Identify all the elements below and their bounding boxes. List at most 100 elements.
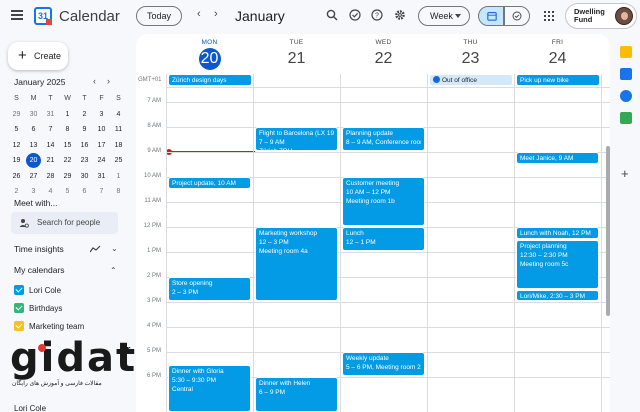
mini-day[interactable]: 6	[25, 122, 42, 137]
mini-day[interactable]: 25	[110, 153, 127, 168]
account-chip[interactable]: Dwelling Fund	[565, 3, 637, 29]
mini-day[interactable]: 8	[110, 184, 127, 199]
chevron-up-icon[interactable]: ⌃	[110, 266, 117, 275]
day-header[interactable]: THU 23	[427, 34, 514, 74]
create-button[interactable]: + Create	[8, 42, 68, 70]
checkbox-icon[interactable]	[14, 285, 24, 295]
mini-next-month-icon[interactable]: ›	[107, 76, 110, 86]
mini-day[interactable]: 3	[25, 184, 42, 199]
calendar-item[interactable]: Marketing team	[14, 320, 84, 332]
all-day-event[interactable]: Zürich design days	[168, 74, 252, 86]
day-number[interactable]: 21	[286, 48, 308, 70]
mini-day[interactable]: 20	[25, 153, 42, 169]
mini-day[interactable]: 30	[76, 169, 93, 184]
day-header[interactable]: FRI 24	[514, 34, 601, 74]
mini-day[interactable]: 7	[42, 122, 59, 137]
check-circle-icon[interactable]	[349, 9, 361, 21]
mini-day[interactable]: 4	[42, 184, 59, 199]
calendar-event[interactable]: Weekly update 5 – 6 PM, Meeting room 2c	[342, 352, 425, 376]
partial-calendar-item[interactable]: Lori Cole	[14, 404, 46, 412]
mini-day[interactable]: 15	[59, 138, 76, 153]
mini-day[interactable]: 14	[42, 138, 59, 153]
mini-day[interactable]: 16	[76, 138, 93, 153]
maps-icon[interactable]	[620, 112, 632, 124]
mini-day[interactable]: 17	[93, 138, 110, 153]
mini-day[interactable]: 12	[8, 138, 25, 153]
mini-day[interactable]: 23	[76, 153, 93, 168]
next-week-icon[interactable]: ›	[214, 8, 218, 20]
mini-day[interactable]: 22	[59, 153, 76, 168]
calendar-event[interactable]: Meet Janice, 9 AM	[516, 152, 599, 164]
mini-day[interactable]: 31	[42, 107, 59, 122]
mini-day[interactable]: 27	[25, 169, 42, 184]
mini-day[interactable]: 2	[8, 184, 25, 199]
calendar-event[interactable]: Project planning 12:30 – 2:30 PM Meeting r…	[516, 239, 599, 289]
calendar-event[interactable]: Lunch 12 – 1 PM	[342, 227, 425, 251]
day-number[interactable]: 20	[198, 48, 221, 70]
day-number[interactable]: 23	[460, 48, 482, 70]
my-calendars-label[interactable]: My calendars	[14, 265, 65, 275]
calendar-event[interactable]: Dinner with Gloria 5:30 – 9:30 PM Central	[168, 364, 251, 412]
calendar-event[interactable]: Lori/Mike, 2:30 – 3 PM	[516, 289, 599, 301]
add-addon-icon[interactable]: +	[621, 166, 629, 181]
tasks-view-toggle[interactable]	[504, 6, 530, 26]
search-people-input[interactable]: Search for people	[11, 212, 118, 234]
view-select[interactable]: Week	[418, 6, 470, 26]
mini-day[interactable]: 7	[93, 184, 110, 199]
keep-icon[interactable]	[620, 46, 632, 58]
mini-day[interactable]: 18	[110, 138, 127, 153]
tasks-icon[interactable]	[620, 68, 632, 80]
mini-day[interactable]: 30	[25, 107, 42, 122]
calendar-item[interactable]: Lori Cole	[14, 284, 61, 296]
mini-day[interactable]: 19	[8, 153, 25, 168]
checkbox-icon[interactable]	[14, 303, 24, 313]
main-menu-icon[interactable]	[11, 10, 23, 20]
calendar-event[interactable]: Lunch with Noah, 12 PM	[516, 227, 599, 239]
checkbox-icon[interactable]	[14, 321, 24, 331]
gear-icon[interactable]	[394, 9, 406, 21]
calendar-event[interactable]: Marketing workshop 12 – 3 PM Meeting room …	[255, 227, 338, 301]
mini-day[interactable]: 5	[59, 184, 76, 199]
apps-grid-icon[interactable]	[544, 11, 554, 21]
day-number[interactable]: 24	[547, 48, 569, 70]
mini-day[interactable]: 8	[59, 122, 76, 137]
mini-day[interactable]: 2	[76, 107, 93, 122]
mini-day[interactable]: 6	[76, 184, 93, 199]
avatar[interactable]	[615, 7, 633, 25]
previous-week-icon[interactable]: ‹	[197, 8, 201, 20]
chevron-down-icon[interactable]: ⌄	[111, 244, 118, 253]
mini-day[interactable]: 26	[8, 169, 25, 184]
mini-day[interactable]: 10	[93, 122, 110, 137]
mini-day[interactable]: 21	[42, 153, 59, 168]
mini-day[interactable]: 11	[110, 122, 127, 137]
mini-day[interactable]: 28	[42, 169, 59, 184]
mini-day[interactable]: 1	[59, 107, 76, 122]
help-icon[interactable]: ?	[371, 9, 383, 21]
mini-day[interactable]: 9	[76, 122, 93, 137]
mini-day[interactable]: 3	[93, 107, 110, 122]
mini-day[interactable]: 5	[8, 122, 25, 137]
scrollbar[interactable]	[606, 146, 610, 316]
today-button[interactable]: Today	[136, 6, 182, 26]
calendar-event[interactable]: Flight to Barcelona (LX 19... 7 – 9 AMZür…	[255, 127, 338, 151]
calendar-event[interactable]: Customer meeting 10 AM – 12 PM Meeting roo…	[342, 177, 425, 226]
calendar-event[interactable]: Planning update 8 – 9 AM, Conference room…	[342, 127, 425, 151]
contacts-icon[interactable]	[620, 90, 632, 102]
mini-day[interactable]: 1	[110, 169, 127, 184]
mini-prev-month-icon[interactable]: ‹	[93, 76, 96, 86]
mini-day[interactable]: 13	[25, 138, 42, 153]
calendar-view-toggle[interactable]	[478, 6, 504, 26]
calendar-event[interactable]: Store opening 2 – 3 PM	[168, 277, 251, 301]
day-header[interactable]: WED 22	[340, 34, 427, 74]
mini-day[interactable]: 31	[93, 169, 110, 184]
day-header[interactable]: MON 20	[166, 34, 253, 74]
mini-day[interactable]: 24	[93, 153, 110, 168]
mini-day[interactable]: 29	[59, 169, 76, 184]
day-header[interactable]: TUE 21	[253, 34, 340, 74]
day-number[interactable]: 22	[373, 48, 395, 70]
mini-day[interactable]: 4	[110, 107, 127, 122]
mini-day[interactable]: 29	[8, 107, 25, 122]
calendar-item[interactable]: Birthdays	[14, 302, 62, 314]
search-icon[interactable]	[326, 9, 338, 21]
calendar-event[interactable]: Project update, 10 AM	[168, 177, 251, 189]
